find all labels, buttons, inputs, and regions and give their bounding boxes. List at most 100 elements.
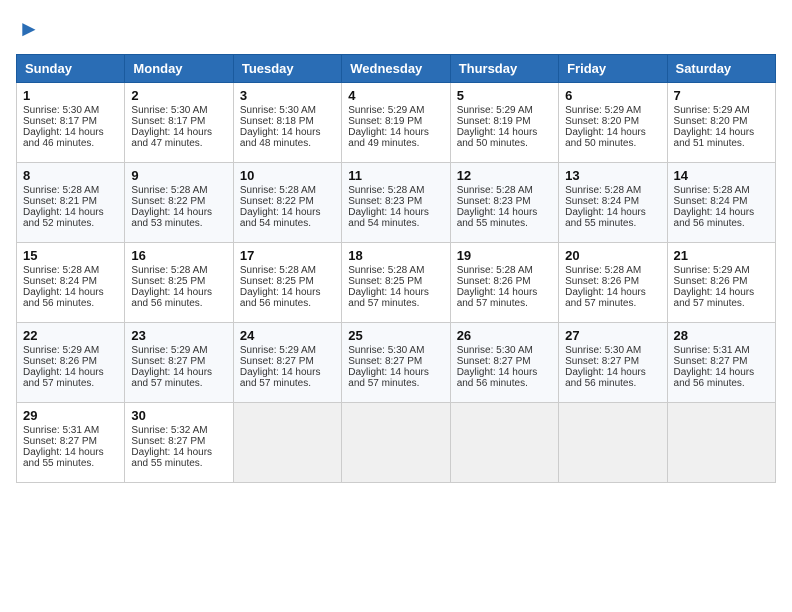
calendar-day-24: 24 Sunrise: 5:29 AM Sunset: 8:27 PM Dayl… xyxy=(233,323,341,403)
calendar-day-26: 26 Sunrise: 5:30 AM Sunset: 8:27 PM Dayl… xyxy=(450,323,558,403)
sunrise: Sunrise: 5:28 AM xyxy=(674,185,750,196)
daylight: Daylight: 14 hours and 55 minutes. xyxy=(457,207,538,229)
sunset: Sunset: 8:25 PM xyxy=(240,276,314,287)
daylight: Daylight: 14 hours and 48 minutes. xyxy=(240,127,321,149)
daylight: Daylight: 14 hours and 57 minutes. xyxy=(348,367,429,389)
day-number: 24 xyxy=(240,328,335,343)
sunset: Sunset: 8:27 PM xyxy=(23,436,97,447)
calendar-day-28: 28 Sunrise: 5:31 AM Sunset: 8:27 PM Dayl… xyxy=(667,323,775,403)
daylight: Daylight: 14 hours and 47 minutes. xyxy=(131,127,212,149)
day-number: 12 xyxy=(457,168,552,183)
daylight: Daylight: 14 hours and 56 minutes. xyxy=(674,367,755,389)
calendar-day-11: 11 Sunrise: 5:28 AM Sunset: 8:23 PM Dayl… xyxy=(342,163,450,243)
calendar-day-3: 3 Sunrise: 5:30 AM Sunset: 8:18 PM Dayli… xyxy=(233,83,341,163)
sunset: Sunset: 8:17 PM xyxy=(23,116,97,127)
sunrise: Sunrise: 5:30 AM xyxy=(23,105,99,116)
calendar-day-1: 1 Sunrise: 5:30 AM Sunset: 8:17 PM Dayli… xyxy=(17,83,125,163)
sunset: Sunset: 8:27 PM xyxy=(240,356,314,367)
col-tuesday: Tuesday xyxy=(233,55,341,83)
daylight: Daylight: 14 hours and 57 minutes. xyxy=(240,367,321,389)
day-number: 6 xyxy=(565,88,660,103)
day-number: 9 xyxy=(131,168,226,183)
sunset: Sunset: 8:27 PM xyxy=(457,356,531,367)
col-wednesday: Wednesday xyxy=(342,55,450,83)
sunrise: Sunrise: 5:30 AM xyxy=(348,345,424,356)
daylight: Daylight: 14 hours and 50 minutes. xyxy=(565,127,646,149)
sunset: Sunset: 8:26 PM xyxy=(23,356,97,367)
day-number: 1 xyxy=(23,88,118,103)
sunset: Sunset: 8:19 PM xyxy=(348,116,422,127)
calendar-day-17: 17 Sunrise: 5:28 AM Sunset: 8:25 PM Dayl… xyxy=(233,243,341,323)
calendar-empty xyxy=(559,403,667,483)
sunset: Sunset: 8:20 PM xyxy=(674,116,748,127)
daylight: Daylight: 14 hours and 55 minutes. xyxy=(565,207,646,229)
sunrise: Sunrise: 5:28 AM xyxy=(565,185,641,196)
sunrise: Sunrise: 5:29 AM xyxy=(457,105,533,116)
calendar-day-23: 23 Sunrise: 5:29 AM Sunset: 8:27 PM Dayl… xyxy=(125,323,233,403)
daylight: Daylight: 14 hours and 56 minutes. xyxy=(131,287,212,309)
daylight: Daylight: 14 hours and 55 minutes. xyxy=(131,447,212,469)
col-thursday: Thursday xyxy=(450,55,558,83)
sunrise: Sunrise: 5:28 AM xyxy=(23,265,99,276)
sunrise: Sunrise: 5:28 AM xyxy=(23,185,99,196)
calendar-day-12: 12 Sunrise: 5:28 AM Sunset: 8:23 PM Dayl… xyxy=(450,163,558,243)
day-number: 22 xyxy=(23,328,118,343)
calendar-day-6: 6 Sunrise: 5:29 AM Sunset: 8:20 PM Dayli… xyxy=(559,83,667,163)
daylight: Daylight: 14 hours and 56 minutes. xyxy=(457,367,538,389)
calendar-day-2: 2 Sunrise: 5:30 AM Sunset: 8:17 PM Dayli… xyxy=(125,83,233,163)
sunrise: Sunrise: 5:28 AM xyxy=(240,265,316,276)
sunset: Sunset: 8:27 PM xyxy=(131,356,205,367)
daylight: Daylight: 14 hours and 57 minutes. xyxy=(457,287,538,309)
col-friday: Friday xyxy=(559,55,667,83)
sunrise: Sunrise: 5:28 AM xyxy=(240,185,316,196)
daylight: Daylight: 14 hours and 57 minutes. xyxy=(674,287,755,309)
sunrise: Sunrise: 5:29 AM xyxy=(674,265,750,276)
day-number: 10 xyxy=(240,168,335,183)
sunrise: Sunrise: 5:28 AM xyxy=(457,265,533,276)
day-number: 4 xyxy=(348,88,443,103)
col-monday: Monday xyxy=(125,55,233,83)
calendar-day-21: 21 Sunrise: 5:29 AM Sunset: 8:26 PM Dayl… xyxy=(667,243,775,323)
sunset: Sunset: 8:26 PM xyxy=(674,276,748,287)
daylight: Daylight: 14 hours and 56 minutes. xyxy=(565,367,646,389)
calendar-week-1: 1 Sunrise: 5:30 AM Sunset: 8:17 PM Dayli… xyxy=(17,83,776,163)
day-number: 26 xyxy=(457,328,552,343)
sunset: Sunset: 8:27 PM xyxy=(674,356,748,367)
sunrise: Sunrise: 5:28 AM xyxy=(131,265,207,276)
sunrise: Sunrise: 5:30 AM xyxy=(457,345,533,356)
sunrise: Sunrise: 5:32 AM xyxy=(131,425,207,436)
sunset: Sunset: 8:19 PM xyxy=(457,116,531,127)
daylight: Daylight: 14 hours and 56 minutes. xyxy=(674,207,755,229)
calendar-day-29: 29 Sunrise: 5:31 AM Sunset: 8:27 PM Dayl… xyxy=(17,403,125,483)
calendar-week-4: 22 Sunrise: 5:29 AM Sunset: 8:26 PM Dayl… xyxy=(17,323,776,403)
sunrise: Sunrise: 5:29 AM xyxy=(674,105,750,116)
day-number: 20 xyxy=(565,248,660,263)
calendar-empty xyxy=(667,403,775,483)
daylight: Daylight: 14 hours and 54 minutes. xyxy=(348,207,429,229)
daylight: Daylight: 14 hours and 53 minutes. xyxy=(131,207,212,229)
daylight: Daylight: 14 hours and 46 minutes. xyxy=(23,127,104,149)
col-saturday: Saturday xyxy=(667,55,775,83)
sunrise: Sunrise: 5:30 AM xyxy=(131,105,207,116)
calendar-day-14: 14 Sunrise: 5:28 AM Sunset: 8:24 PM Dayl… xyxy=(667,163,775,243)
calendar-day-16: 16 Sunrise: 5:28 AM Sunset: 8:25 PM Dayl… xyxy=(125,243,233,323)
sunrise: Sunrise: 5:29 AM xyxy=(23,345,99,356)
day-number: 23 xyxy=(131,328,226,343)
calendar-day-8: 8 Sunrise: 5:28 AM Sunset: 8:21 PM Dayli… xyxy=(17,163,125,243)
page-header: ► xyxy=(16,16,776,42)
day-number: 11 xyxy=(348,168,443,183)
calendar-day-15: 15 Sunrise: 5:28 AM Sunset: 8:24 PM Dayl… xyxy=(17,243,125,323)
sunset: Sunset: 8:24 PM xyxy=(23,276,97,287)
calendar-header-row: Sunday Monday Tuesday Wednesday Thursday… xyxy=(17,55,776,83)
col-sunday: Sunday xyxy=(17,55,125,83)
sunset: Sunset: 8:20 PM xyxy=(565,116,639,127)
sunrise: Sunrise: 5:28 AM xyxy=(565,265,641,276)
daylight: Daylight: 14 hours and 50 minutes. xyxy=(457,127,538,149)
sunrise: Sunrise: 5:29 AM xyxy=(348,105,424,116)
daylight: Daylight: 14 hours and 52 minutes. xyxy=(23,207,104,229)
day-number: 8 xyxy=(23,168,118,183)
calendar-day-19: 19 Sunrise: 5:28 AM Sunset: 8:26 PM Dayl… xyxy=(450,243,558,323)
day-number: 19 xyxy=(457,248,552,263)
sunset: Sunset: 8:21 PM xyxy=(23,196,97,207)
day-number: 13 xyxy=(565,168,660,183)
